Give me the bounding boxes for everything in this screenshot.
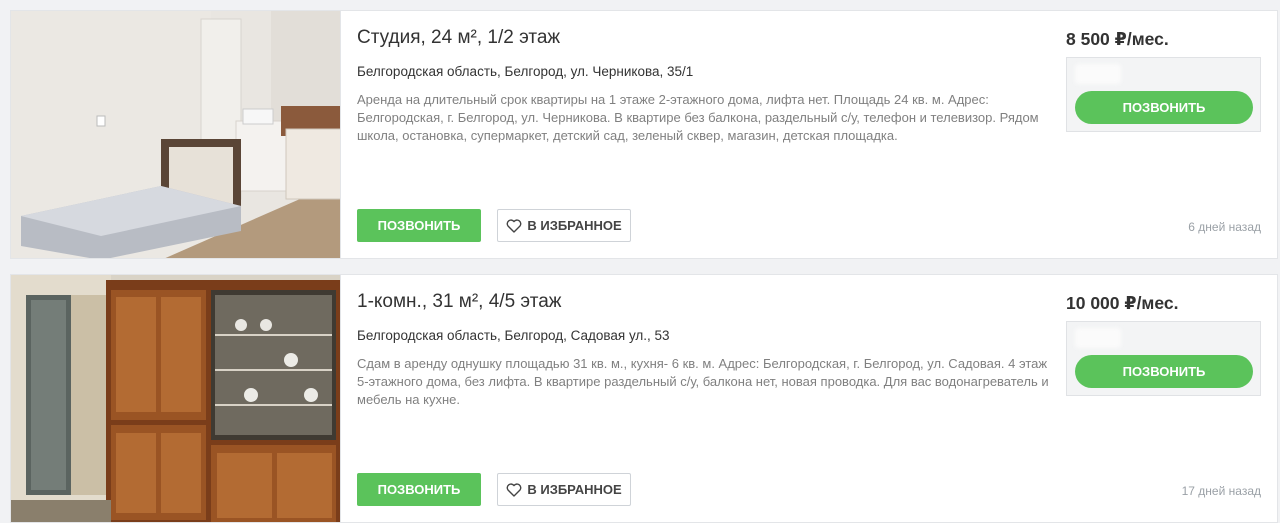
hidden-phone-number [1075, 328, 1121, 348]
favorite-label: В ИЗБРАННОЕ [527, 482, 622, 497]
wardrobe-room-photo [11, 275, 340, 522]
listing-card: Студия, 24 м², 1/2 этаж Белгородская обл… [10, 10, 1278, 259]
favorite-label: В ИЗБРАННОЕ [527, 218, 622, 233]
listing-photo[interactable] [11, 11, 341, 258]
contact-call-button[interactable]: ПОЗВОНИТЬ [1075, 355, 1253, 388]
listing-price: 10 000 ₽/мес. [1066, 293, 1179, 313]
listing-description: Сдам в аренду однушку площадью 31 кв. м.… [357, 356, 1049, 407]
listing-address: Белгородская область, Белгород, ул. Черн… [357, 64, 694, 79]
studio-room-photo [11, 11, 340, 258]
listing-date: 17 дней назад [1181, 484, 1261, 498]
contact-box: ПОЗВОНИТЬ [1066, 57, 1261, 132]
listing-description: Аренда на длительный срок квартиры на 1 … [357, 92, 1039, 143]
listing-title[interactable]: 1-комн., 31 м², 4/5 этаж [357, 291, 561, 313]
add-to-favorites-button[interactable]: В ИЗБРАННОЕ [497, 473, 631, 506]
hidden-phone-number [1075, 64, 1121, 84]
call-button[interactable]: ПОЗВОНИТЬ [357, 209, 481, 242]
listing-title[interactable]: Студия, 24 м², 1/2 этаж [357, 27, 560, 49]
listing-photo[interactable] [11, 275, 341, 522]
heart-icon [506, 218, 522, 233]
listing-date: 6 дней назад [1188, 220, 1261, 234]
listing-address: Белгородская область, Белгород, Садовая … [357, 328, 670, 343]
call-button[interactable]: ПОЗВОНИТЬ [357, 473, 481, 506]
listing-card: 1-комн., 31 м², 4/5 этаж Белгородская об… [10, 274, 1278, 523]
contact-call-button[interactable]: ПОЗВОНИТЬ [1075, 91, 1253, 124]
listings-list: Студия, 24 м², 1/2 этаж Белгородская обл… [0, 0, 1280, 523]
heart-icon [506, 482, 522, 497]
add-to-favorites-button[interactable]: В ИЗБРАННОЕ [497, 209, 631, 242]
listing-price: 8 500 ₽/мес. [1066, 29, 1169, 49]
contact-box: ПОЗВОНИТЬ [1066, 321, 1261, 396]
